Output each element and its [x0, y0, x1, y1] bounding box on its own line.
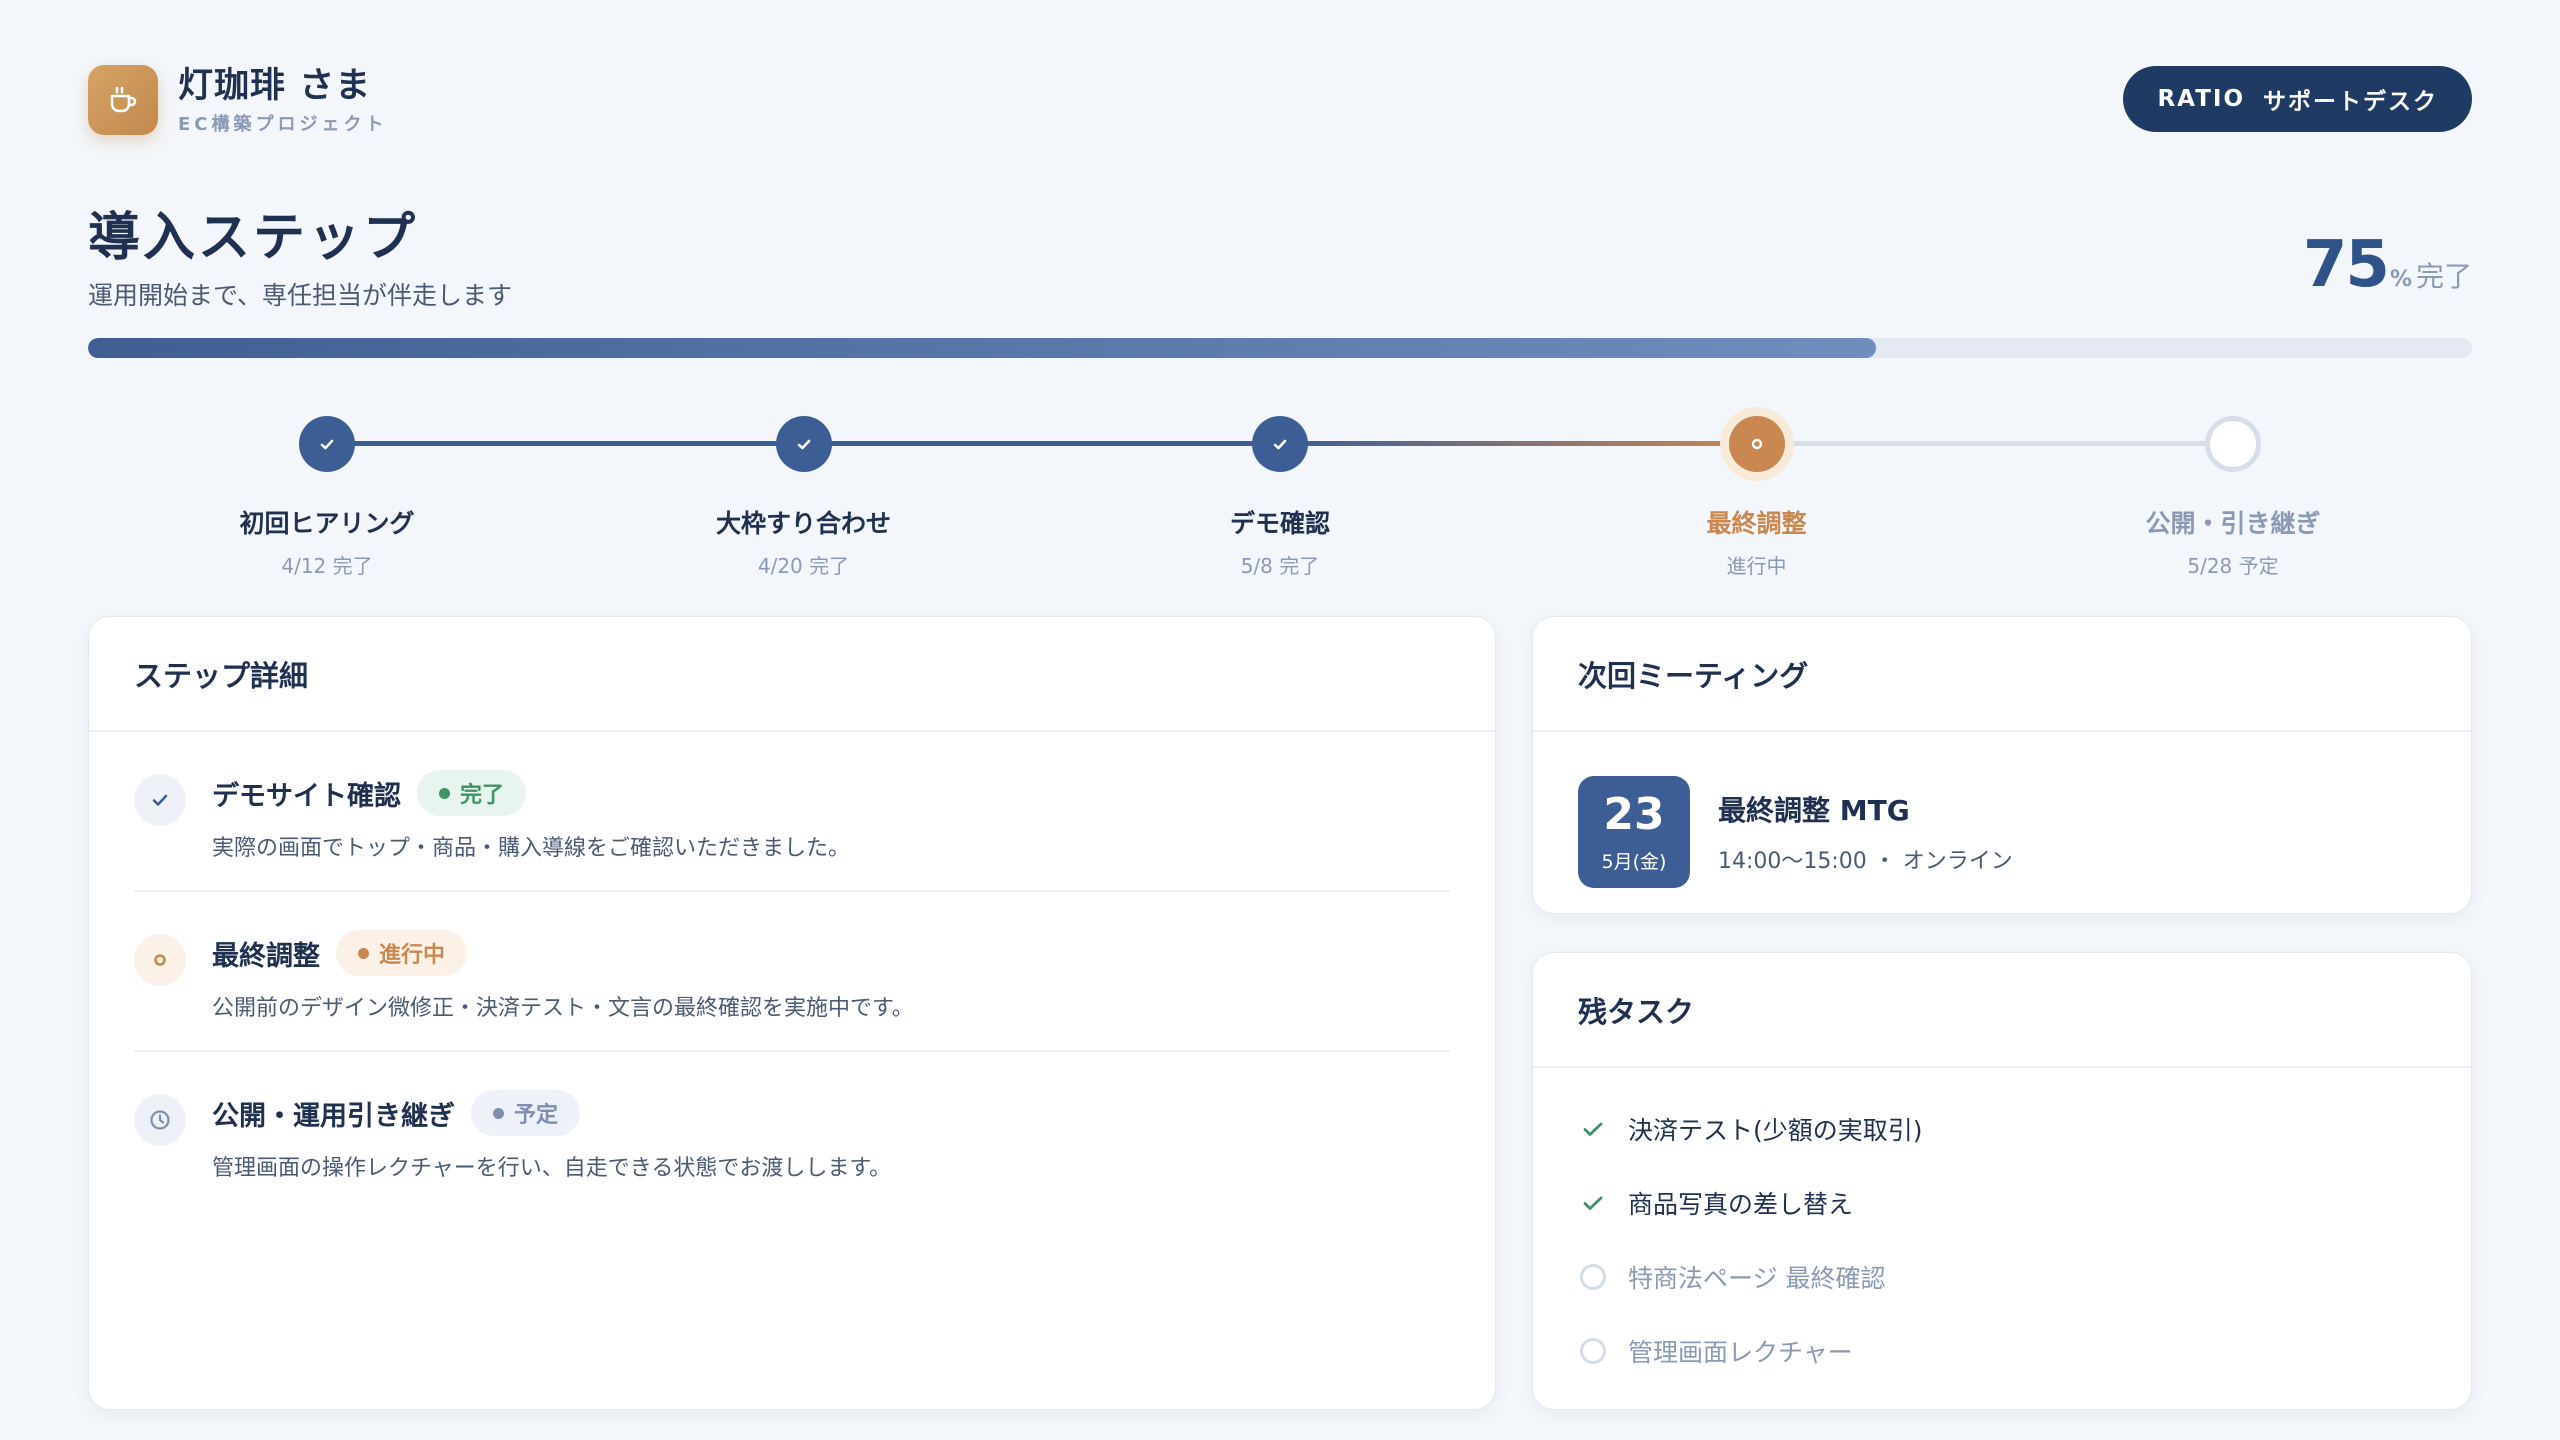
step-tracker: 初回ヒアリング 4/12 完了 大枠すり合わせ 4/20 完了 デモ確認 5/8…	[0, 404, 2560, 584]
check-icon	[1578, 1188, 1608, 1218]
step-alignment[interactable]: 大枠すり合わせ 4/20 完了	[644, 404, 964, 579]
detail-description: 実際の画面でトップ・商品・購入導線をご確認いただきました。	[212, 836, 851, 861]
step-label: 公開・引き継ぎ	[2145, 509, 2321, 538]
check-icon	[1273, 439, 1287, 450]
check-icon	[797, 439, 810, 450]
check-icon	[320, 439, 334, 450]
task-item[interactable]: 管理画面レクチャー	[1578, 1314, 2426, 1388]
task-label: 商品写真の差し替え	[1628, 1190, 1854, 1219]
check-icon	[134, 774, 186, 826]
detail-title: デモサイト確認	[212, 780, 401, 812]
step-hearing[interactable]: 初回ヒアリング 4/12 完了	[167, 404, 487, 579]
step-launch-handover[interactable]: 公開・引き継ぎ 5/28 予定	[2073, 404, 2393, 579]
progress-percent: 75 % 完了	[2303, 228, 2472, 302]
detail-description: 管理画面の操作レクチャーを行い、自走できる状態でお渡しします。	[212, 1156, 892, 1181]
clock-icon	[134, 1094, 186, 1146]
task-label: 決済テスト(少額の実取引)	[1628, 1116, 1923, 1145]
step-node	[1252, 416, 1308, 472]
status-badge: 進行中	[336, 930, 468, 976]
step-label: デモ確認	[1229, 509, 1330, 538]
card-title: 次回ミーティング	[1578, 658, 1809, 693]
status-badge: 予定	[471, 1090, 581, 1136]
meeting-title[interactable]: 最終調整 MTG	[1718, 789, 2013, 829]
step-label: 最終調整	[1706, 509, 1807, 538]
page-subtitle: 運用開始まで、専任担当が伴走します	[88, 281, 513, 310]
detail-item: 公開・運用引き継ぎ 予定 管理画面の操作レクチャーを行い、自走できる状態でお渡し…	[134, 1052, 1450, 1210]
progress-bar	[88, 338, 2472, 358]
status-badge: 完了	[417, 770, 527, 816]
step-node	[1728, 416, 1785, 472]
task-item[interactable]: 決済テスト(少額の実取引)	[1578, 1092, 2426, 1166]
step-demo-review[interactable]: デモ確認 5/8 完了	[1120, 404, 1440, 579]
step-detail-card: ステップ詳細 デモサイト確認 完了 実際の画面でトップ・商品・購入導線をご確認い…	[88, 616, 1496, 1410]
step-date: 5/8 完了	[1240, 554, 1320, 578]
detail-item: デモサイト確認 完了 実際の画面でトップ・商品・購入導線をご確認いただきました。	[134, 732, 1450, 892]
detail-description: 公開前のデザイン微修正・決済テスト・文言の最終確認を実施中です。	[212, 996, 914, 1021]
card-title: 残タスク	[1578, 994, 1695, 1029]
step-date: 進行中	[1726, 554, 1787, 578]
task-item[interactable]: 特商法ページ 最終確認	[1578, 1240, 2426, 1314]
step-node	[2205, 416, 2261, 472]
step-date: 5/28 予定	[2187, 554, 2279, 578]
meeting-time: 14:00〜15:00 ・ オンライン	[1718, 849, 2013, 874]
in-progress-dot-icon	[1751, 438, 1762, 450]
task-item[interactable]: 商品写真の差し替え	[1578, 1166, 2426, 1240]
step-label: 初回ヒアリング	[239, 509, 415, 538]
page-title: 導入ステップ	[88, 208, 419, 268]
detail-item: 最終調整 進行中 公開前のデザイン微修正・決済テスト・文言の最終確認を実施中です…	[134, 892, 1450, 1052]
client-header: 灯珈琲 さま EC構築プロジェクト	[88, 64, 388, 136]
support-label: サポートデスク	[2263, 89, 2438, 115]
empty-circle-icon	[1578, 1336, 1608, 1366]
step-label: 大枠すり合わせ	[715, 509, 891, 538]
in-progress-icon	[134, 934, 186, 986]
detail-title: 公開・運用引き継ぎ	[212, 1100, 455, 1132]
meeting-day: 23	[1603, 788, 1665, 840]
step-node	[299, 416, 355, 472]
task-label: 管理画面レクチャー	[1628, 1338, 1853, 1367]
meeting-month: 5月(金)	[1601, 850, 1667, 873]
task-label: 特商法ページ 最終確認	[1628, 1264, 1886, 1293]
next-meeting-card: 次回ミーティング 23 5月(金) 最終調整 MTG 14:00〜15:00 ・…	[1532, 616, 2472, 914]
remaining-tasks-card: 残タスク 決済テスト(少額の実取引) 商品写真の差し替え 特商法ページ 最終確認…	[1532, 952, 2472, 1410]
check-icon	[1578, 1114, 1608, 1144]
support-brand: RATIO	[2157, 86, 2245, 112]
progress-unit: %	[2389, 267, 2412, 292]
progress-value: 75	[2302, 228, 2390, 302]
client-name: 灯珈琲 さま	[178, 66, 372, 106]
progress-bar-fill	[88, 338, 1876, 358]
detail-title: 最終調整	[212, 940, 320, 972]
step-date: 4/20 完了	[757, 554, 850, 578]
step-node	[775, 416, 832, 472]
support-desk-button[interactable]: RATIO サポートデスク	[2123, 66, 2472, 132]
step-date: 4/12 完了	[281, 554, 373, 578]
project-name: EC構築プロジェクト	[178, 114, 388, 135]
coffee-cup-icon	[88, 65, 158, 135]
empty-circle-icon	[1578, 1262, 1608, 1292]
card-title: ステップ詳細	[134, 658, 309, 693]
step-final-adjustment[interactable]: 最終調整 進行中	[1597, 404, 1917, 579]
progress-label: 完了	[2415, 260, 2472, 293]
meeting-date-tile: 23 5月(金)	[1578, 776, 1690, 888]
